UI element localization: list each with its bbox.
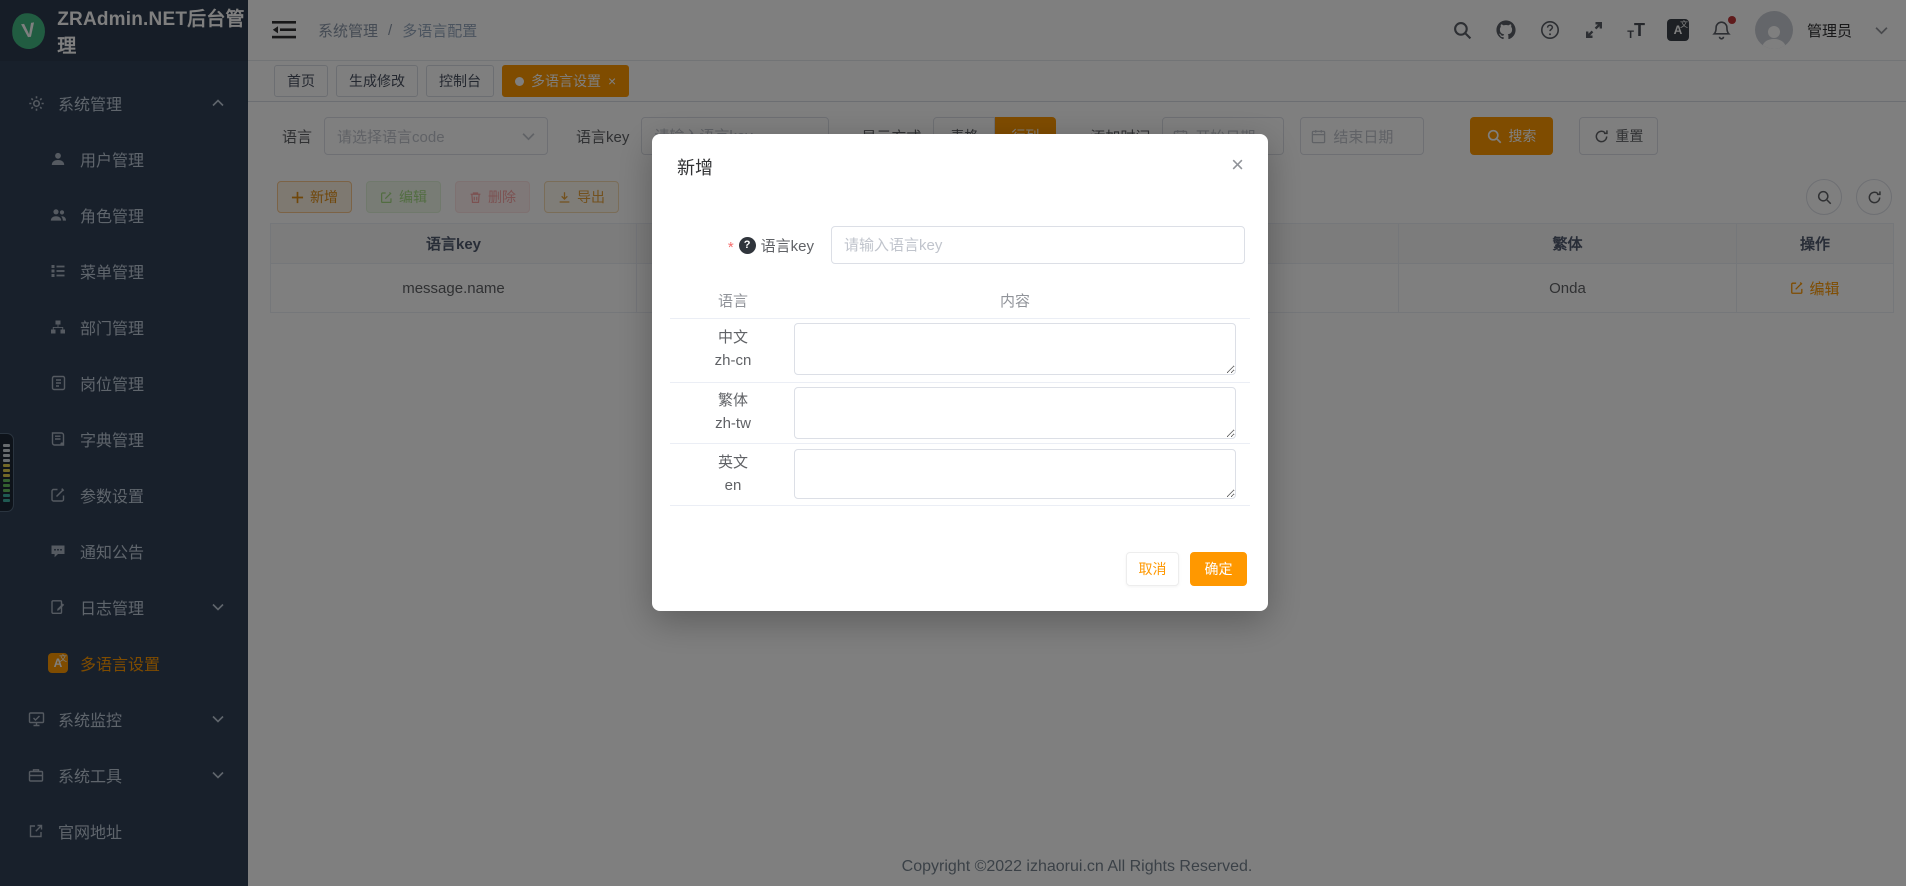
cancel-button[interactable]: 取消	[1126, 552, 1179, 586]
dialog-key-input[interactable]	[831, 226, 1245, 264]
content-textarea-zhtw[interactable]	[794, 387, 1236, 439]
confirm-button[interactable]: 确定	[1190, 552, 1247, 586]
close-icon[interactable]: ×	[1231, 154, 1244, 176]
content-textarea-zhcn[interactable]	[794, 323, 1236, 375]
divider	[670, 318, 1250, 319]
help-icon[interactable]: ?	[739, 237, 756, 254]
content-textarea-en[interactable]	[794, 449, 1236, 499]
dialog-row-label-zhcn: 中文zh-cn	[672, 326, 794, 372]
dialog-key-label: 语言key	[761, 235, 814, 256]
dialog-row-label-en: 英文en	[672, 451, 794, 497]
dialog-col-content: 内容	[794, 282, 1236, 318]
dialog-row-label-zhtw: 繁体zh-tw	[672, 389, 794, 435]
divider	[670, 505, 1250, 506]
add-dialog: 新增 × * ? 语言key 语言 内容 中文zh-cn 繁体zh-tw 英文e…	[652, 134, 1268, 611]
dialog-key-label-row: * ? 语言key	[652, 226, 814, 264]
dialog-col-language: 语言	[672, 282, 794, 318]
divider	[670, 443, 1250, 444]
required-mark: *	[728, 239, 734, 256]
dialog-title: 新增	[677, 154, 713, 180]
divider	[670, 382, 1250, 383]
